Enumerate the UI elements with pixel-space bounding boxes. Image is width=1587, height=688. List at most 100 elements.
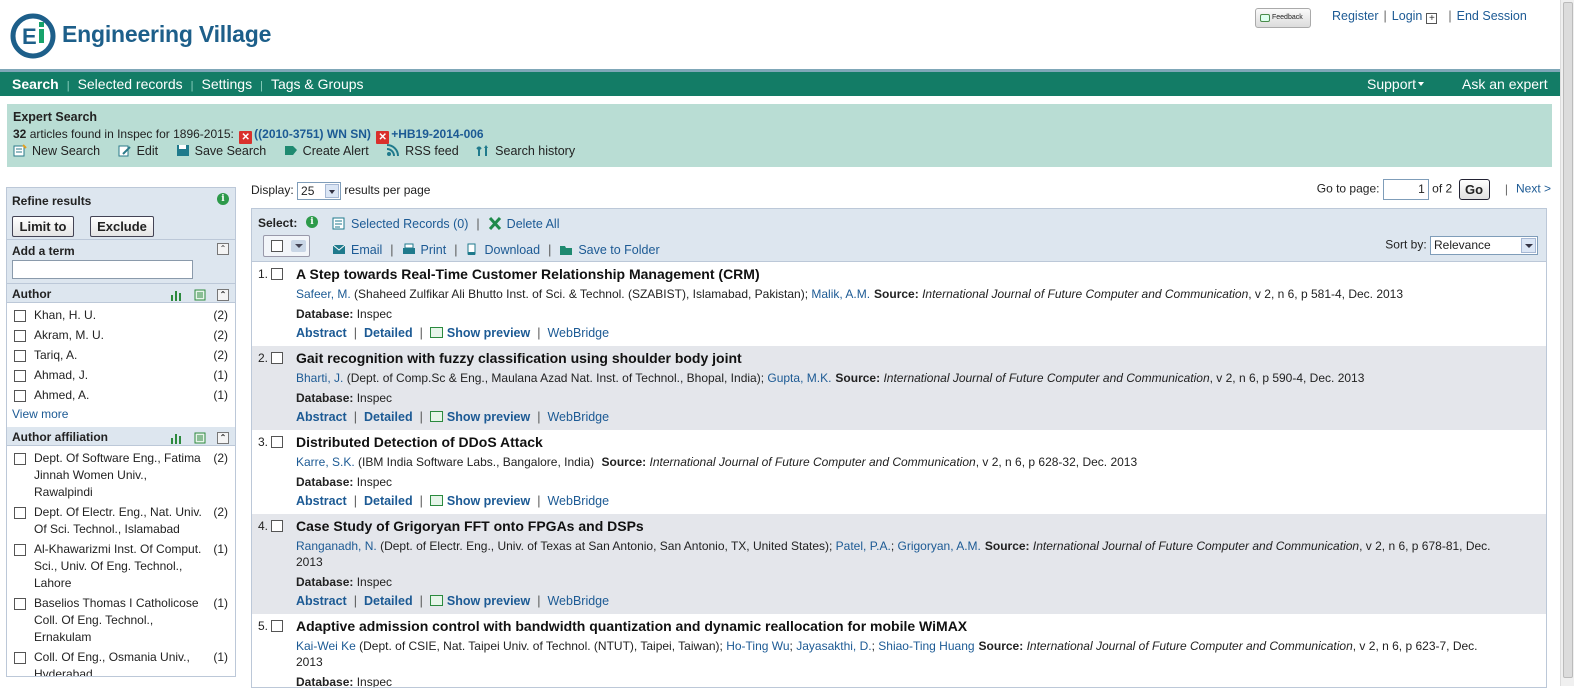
limit-to-button[interactable]: Limit to: [12, 216, 74, 237]
page-scrollbar[interactable]: [1560, 0, 1574, 686]
result-title[interactable]: Adaptive admission control with bandwidt…: [296, 618, 1496, 635]
facet-checkbox[interactable]: [14, 598, 26, 610]
webbridge-link[interactable]: WebBridge: [547, 494, 609, 508]
author-link[interactable]: Safeer, M.: [296, 287, 351, 301]
facet-checkbox[interactable]: [14, 544, 26, 556]
author-link[interactable]: Shiao-Ting Huang: [878, 639, 974, 653]
abstract-link[interactable]: Abstract: [296, 410, 347, 424]
detailed-link[interactable]: Detailed: [364, 594, 413, 608]
new-search-button[interactable]: New Search: [13, 144, 100, 158]
abstract-link[interactable]: Abstract: [296, 494, 347, 508]
rss-feed-button[interactable]: RSS feed: [386, 144, 459, 158]
facet-item[interactable]: Akram, M. U. (2): [7, 325, 235, 345]
go-button[interactable]: Go: [1458, 179, 1490, 200]
selected-records-link[interactable]: Selected Records (0): [332, 217, 468, 231]
facet-checkbox[interactable]: [14, 350, 26, 362]
nav-ask-expert[interactable]: Ask an expert: [1462, 76, 1548, 92]
result-title[interactable]: A Step towards Real-Time Customer Relati…: [296, 266, 1496, 283]
facet-checkbox[interactable]: [14, 310, 26, 322]
detailed-link[interactable]: Detailed: [364, 410, 413, 424]
abstract-link[interactable]: Abstract: [296, 594, 347, 608]
result-checkbox[interactable]: [271, 620, 283, 632]
view-more-link[interactable]: View more: [7, 405, 235, 425]
show-preview-link[interactable]: Show preview: [429, 410, 530, 424]
facet-checkbox[interactable]: [14, 453, 26, 465]
author-link[interactable]: Malik, A.M.: [811, 287, 870, 301]
facet-checkbox[interactable]: [14, 370, 26, 382]
result-checkbox[interactable]: [271, 352, 283, 364]
result-title[interactable]: Gait recognition with fuzzy classificati…: [296, 350, 1496, 367]
result-title[interactable]: Case Study of Grigoryan FFT onto FPGAs a…: [296, 518, 1496, 535]
nav-support-menu[interactable]: Support: [1367, 76, 1425, 92]
save-search-button[interactable]: Save Search: [176, 144, 266, 158]
facet-item[interactable]: Ahmed, A. (1): [7, 385, 235, 405]
search-history-button[interactable]: Search history: [476, 144, 575, 158]
remove-term-icon[interactable]: ✕: [376, 131, 390, 144]
author-link[interactable]: Ranganadh, N.: [296, 539, 377, 553]
facet-item[interactable]: Coll. Of Eng., Osmania Univ., Hyderabad(…: [7, 647, 235, 676]
detailed-link[interactable]: Detailed: [364, 326, 413, 340]
facet-checkbox[interactable]: [14, 507, 26, 519]
page-number-input[interactable]: 1: [1382, 179, 1429, 200]
author-link[interactable]: Patel, P.A.: [836, 539, 891, 553]
result-title[interactable]: Distributed Detection of DDoS Attack: [296, 434, 1496, 451]
facet-item[interactable]: Dept. Of Software Eng., Fatima Jinnah Wo…: [7, 448, 235, 502]
search-term[interactable]: +HB19-2014-006: [391, 127, 483, 141]
per-page-select[interactable]: 25: [297, 182, 342, 200]
chevron-down-icon[interactable]: [291, 240, 306, 252]
nav-search[interactable]: Search: [12, 76, 59, 92]
facet-item[interactable]: Dept. Of Electr. Eng., Nat. Univ. Of Sci…: [7, 502, 235, 539]
webbridge-link[interactable]: WebBridge: [547, 326, 609, 340]
facet-item[interactable]: Ahmad, J. (1): [7, 365, 235, 385]
webbridge-link[interactable]: WebBridge: [547, 410, 609, 424]
feedback-button[interactable]: Feedback: [1255, 8, 1311, 28]
add-term-input[interactable]: [12, 260, 193, 279]
facet-item[interactable]: Tariq, A. (2): [7, 345, 235, 365]
email-link[interactable]: Email: [332, 243, 382, 257]
abstract-link[interactable]: Abstract: [296, 326, 347, 340]
select-all-checkbox[interactable]: [271, 240, 283, 252]
login-link[interactable]: Login: [1392, 9, 1423, 23]
collapse-icon[interactable]: ⌃: [217, 431, 229, 444]
result-checkbox[interactable]: [271, 436, 283, 448]
detailed-link[interactable]: Detailed: [364, 494, 413, 508]
result-checkbox[interactable]: [271, 268, 283, 280]
print-link[interactable]: Print: [402, 243, 446, 257]
exclude-button[interactable]: Exclude: [90, 216, 154, 237]
register-link[interactable]: Register: [1332, 9, 1379, 23]
nav-settings[interactable]: Settings: [201, 76, 252, 92]
export-icon[interactable]: [194, 289, 206, 301]
facet-checkbox[interactable]: [14, 652, 26, 664]
delete-all-link[interactable]: Delete All: [488, 217, 559, 231]
download-link[interactable]: Download: [465, 243, 540, 257]
info-icon[interactable]: i: [217, 193, 229, 205]
facet-checkbox[interactable]: [14, 390, 26, 402]
engineering-village-logo[interactable]: E Engineering Village: [10, 13, 275, 59]
create-alert-button[interactable]: Create Alert: [284, 144, 369, 158]
bar-chart-icon[interactable]: [170, 432, 182, 444]
author-link[interactable]: Kai-Wei Ke: [296, 639, 356, 653]
select-all-dropdown[interactable]: [263, 235, 310, 257]
facet-item[interactable]: Al-Khawarizmi Inst. Of Comput. Sci., Uni…: [7, 539, 235, 593]
info-icon[interactable]: i: [306, 216, 318, 228]
show-preview-link[interactable]: Show preview: [429, 594, 530, 608]
facet-checkbox[interactable]: [14, 330, 26, 342]
author-link[interactable]: Ho-Ting Wu: [726, 639, 789, 653]
nav-selected-records[interactable]: Selected records: [78, 76, 183, 92]
search-term[interactable]: ((2010-3751) WN SN): [254, 127, 371, 141]
scrollbar-thumb[interactable]: [1563, 2, 1573, 678]
author-link[interactable]: Karre, S.K.: [296, 455, 355, 469]
show-preview-link[interactable]: Show preview: [429, 494, 530, 508]
show-preview-link[interactable]: Show preview: [429, 326, 530, 340]
end-session-link[interactable]: End Session: [1457, 9, 1527, 23]
edit-search-button[interactable]: Edit: [118, 144, 158, 158]
collapse-icon[interactable]: ⌃: [217, 288, 229, 301]
remove-term-icon[interactable]: ✕: [239, 131, 253, 144]
facet-item[interactable]: Khan, H. U. (2): [7, 305, 235, 325]
sort-select[interactable]: Relevance: [1430, 236, 1538, 255]
export-icon[interactable]: [194, 432, 206, 444]
author-link[interactable]: Jayasakthi, D.: [796, 639, 871, 653]
facet-item[interactable]: Baselios Thomas I Catholicose Coll. Of E…: [7, 593, 235, 647]
webbridge-link[interactable]: WebBridge: [547, 594, 609, 608]
next-page-link[interactable]: Next >: [1516, 182, 1551, 196]
